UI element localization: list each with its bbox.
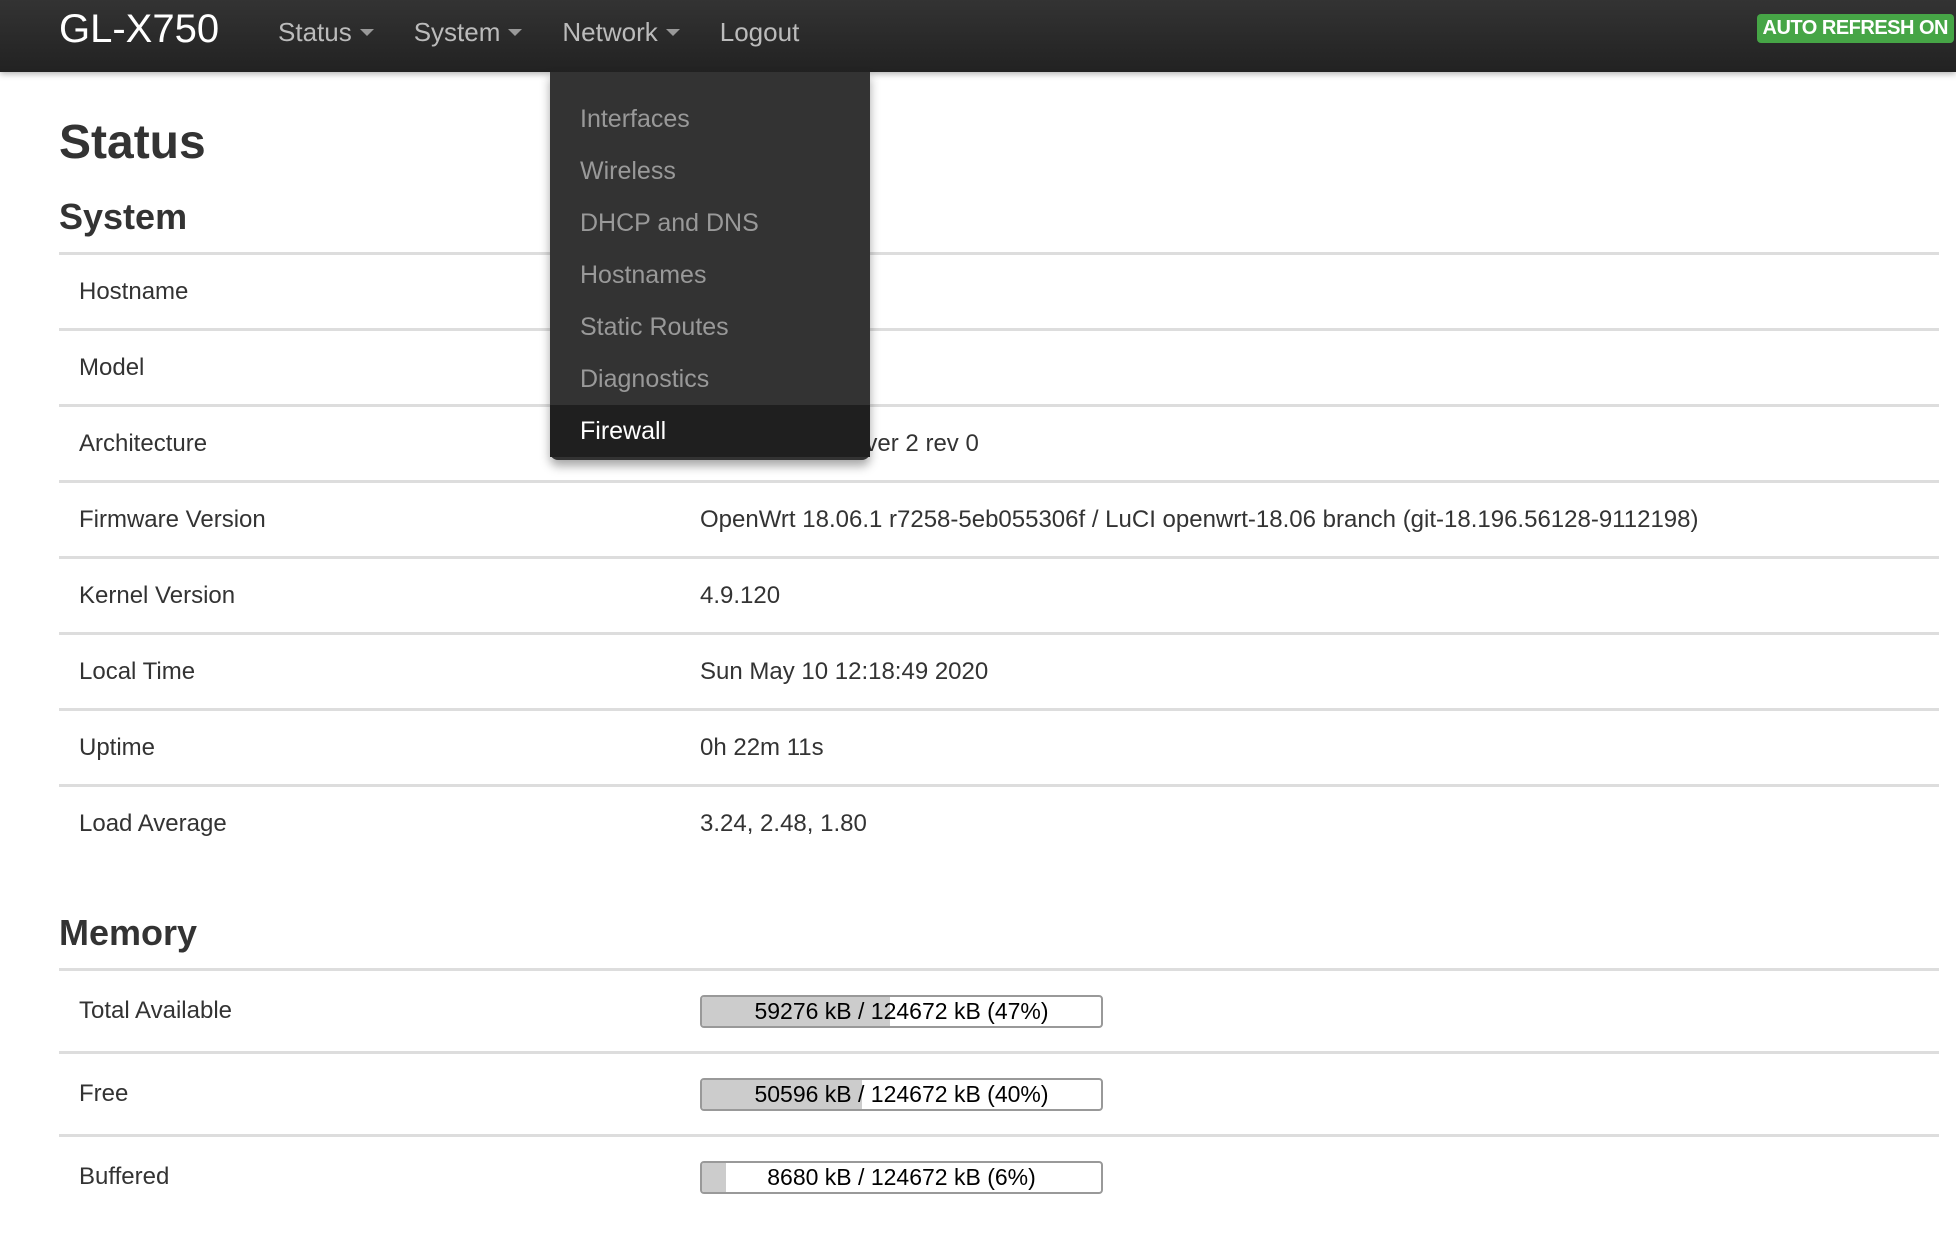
nav-label: Network: [562, 17, 658, 47]
table-row: Local Time Sun May 10 12:18:49 2020: [59, 632, 1939, 708]
dropdown-item-interfaces[interactable]: Interfaces: [550, 93, 870, 145]
table-row: Buffered 8680 kB / 124672 kB (6%): [59, 1134, 1939, 1217]
memory-progress-bar: 59276 kB / 124672 kB (47%): [700, 994, 1103, 1028]
page-title: Status: [59, 116, 206, 169]
progress-fill: [702, 1162, 726, 1192]
dropdown-item-hostnames[interactable]: Hostnames: [550, 249, 870, 301]
dropdown-item-diagnostics[interactable]: Diagnostics: [550, 353, 870, 405]
top-navbar: GL-X750 Status System Network Logout AUT…: [0, 0, 1956, 72]
row-label: Firmware Version: [79, 505, 266, 533]
table-row: Load Average 3.24, 2.48, 1.80: [59, 784, 1939, 860]
memory-table: Total Available 59276 kB / 124672 kB (47%…: [59, 968, 1939, 1217]
row-value: OpenWrt 18.06.1 r7258-5eb055306f / LuCI …: [700, 505, 1699, 533]
network-dropdown-menu: Interfaces Wireless DHCP and DNS Hostnames S…: [550, 72, 870, 460]
nav-status[interactable]: Status: [278, 14, 374, 50]
dropdown-item-firewall[interactable]: Firewall: [550, 405, 870, 457]
table-row: Firmware Version OpenWrt 18.06.1 r7258-5e…: [59, 480, 1939, 556]
table-row: Kernel Version 4.9.120: [59, 556, 1939, 632]
dropdown-item-wireless[interactable]: Wireless: [550, 145, 870, 197]
row-label: Buffered: [79, 1163, 170, 1190]
system-table: HostnameModel50Architectureeros QCA9533 …: [59, 252, 1939, 860]
row-label: Local Time: [79, 657, 196, 685]
row-value: 0h 22m 11s: [700, 733, 824, 761]
table-row: Model50: [59, 328, 1939, 404]
system-heading: System: [59, 196, 188, 237]
nav-label: System: [413, 17, 501, 47]
row-value: 3.24, 2.48, 1.80: [700, 809, 867, 837]
dropdown-item-dhcp-and-dns[interactable]: DHCP and DNS: [550, 197, 870, 249]
dropdown-item-static-routes[interactable]: Static Routes: [550, 301, 870, 353]
table-row: Total Available 59276 kB / 124672 kB (47%…: [59, 968, 1939, 1051]
table-row: Uptime 0h 22m 11s: [59, 708, 1939, 784]
nav-logout[interactable]: Logout: [720, 14, 800, 50]
caret-down-icon: [359, 28, 374, 36]
table-row: Free 50596 kB / 124672 kB (40%): [59, 1051, 1939, 1134]
memory-heading: Memory: [59, 912, 198, 953]
row-label: Uptime: [79, 733, 156, 761]
caret-down-icon: [508, 28, 523, 36]
row-label: Free: [79, 1080, 129, 1107]
nav-network[interactable]: Network: [562, 14, 680, 50]
caret-down-icon: [665, 28, 680, 36]
table-row: Hostname: [59, 252, 1939, 328]
row-value: Sun May 10 12:18:49 2020: [700, 657, 989, 685]
brand-logo[interactable]: GL-X750: [59, 6, 219, 52]
row-value: 4.9.120: [700, 581, 781, 609]
progress-text: 50596 kB / 124672 kB (40%): [754, 1080, 1049, 1107]
nav-label: Status: [278, 17, 352, 47]
nav-system[interactable]: System: [414, 14, 523, 50]
progress-text: 59276 kB / 124672 kB (47%): [754, 997, 1049, 1024]
row-label: Total Available: [79, 997, 232, 1024]
memory-progress-bar: 8680 kB / 124672 kB (6%): [700, 1160, 1103, 1194]
progress-text: 8680 kB / 124672 kB (6%): [767, 1163, 1036, 1190]
auto-refresh-toggle[interactable]: AUTO REFRESH ON: [1756, 14, 1954, 43]
row-label: Load Average: [79, 809, 227, 837]
table-row: Architectureeros QCA9533 ver 2 rev 0: [59, 404, 1939, 480]
nav-label: Logout: [719, 17, 800, 47]
memory-progress-bar: 50596 kB / 124672 kB (40%): [700, 1077, 1103, 1111]
row-label: Kernel Version: [79, 581, 236, 609]
